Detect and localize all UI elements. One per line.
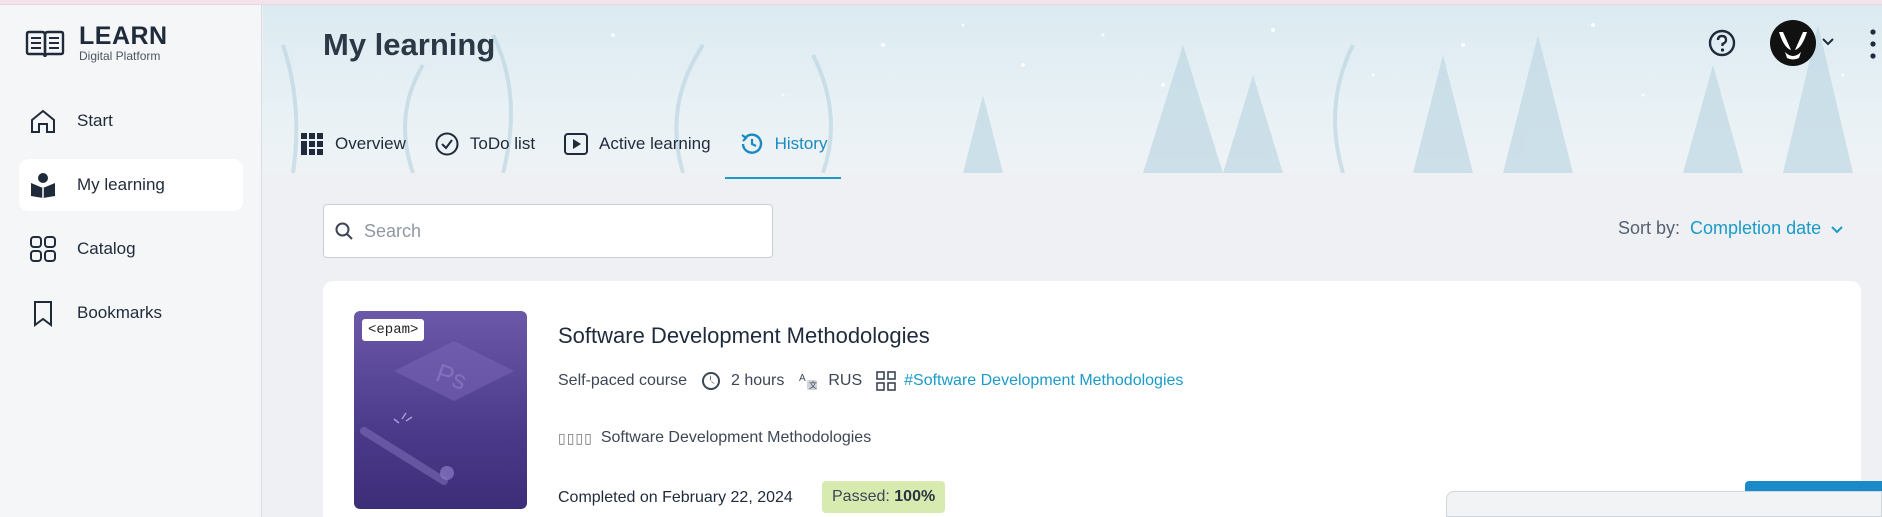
passed-value: 100%	[894, 488, 936, 505]
chevron-down-icon[interactable]	[1829, 221, 1845, 237]
user-avatar-icon	[1779, 32, 1807, 60]
course-card[interactable]: Ps <epam> Software Development Methodolo…	[323, 281, 1882, 517]
tab-todo-list[interactable]: ToDo list	[420, 123, 549, 179]
sidebar-item-label: Catalog	[77, 239, 136, 258]
sidebar-nav: Start My learning Catalog Bookmarks	[19, 95, 243, 351]
course-type: Self-paced course	[558, 372, 687, 389]
tab-overview[interactable]: Overview	[285, 123, 420, 179]
main-content: My learning Overview ToDo list Active le…	[263, 5, 1882, 517]
course-meta: Self-paced course 2 hours A文 RUS #Softwa…	[558, 371, 1183, 391]
history-icon	[740, 133, 762, 154]
sidebar-item-start[interactable]: Start	[19, 95, 243, 147]
home-icon	[31, 109, 55, 133]
learner-icon	[31, 173, 55, 198]
logo-title: LEARN	[79, 22, 168, 50]
course-thumbnail[interactable]: Ps <epam>	[354, 311, 527, 509]
passed-badge: Passed: 100%	[822, 481, 946, 513]
course-language: RUS	[828, 372, 863, 389]
sidebar-item-label: Bookmarks	[77, 303, 163, 322]
sidebar-item-label: My learning	[77, 175, 165, 194]
sidebar: LEARN Digital Platform Start My learning…	[0, 5, 262, 517]
sort-value[interactable]: Completion date	[1690, 218, 1821, 239]
course-title[interactable]: Software Development Methodologies	[558, 323, 930, 349]
svg-text:文: 文	[809, 380, 817, 390]
grid-icon	[30, 236, 56, 262]
avatar[interactable]	[1770, 20, 1816, 66]
dashboard-icon	[301, 133, 323, 155]
sort-control[interactable]: Sort by: Completion date	[1618, 218, 1845, 239]
learning-tabs: Overview ToDo list Active learning Histo…	[285, 123, 842, 179]
search-box	[323, 204, 773, 258]
logo-subtitle: Digital Platform	[79, 49, 161, 63]
provider-name: Software Development Methodologies	[600, 429, 872, 446]
search-input[interactable]	[364, 220, 764, 242]
page-title: My learning	[323, 27, 496, 62]
sidebar-item-bookmarks[interactable]: Bookmarks	[19, 287, 243, 339]
bookmark-icon	[34, 301, 52, 327]
tag-grid-icon	[876, 371, 896, 391]
tab-active-learning[interactable]: Active learning	[549, 123, 725, 179]
provider-glyphs: ▯▯▯▯	[558, 429, 593, 446]
play-icon	[564, 133, 589, 155]
sort-label: Sort by:	[1618, 218, 1681, 238]
sidebar-item-catalog[interactable]: Catalog	[19, 223, 243, 275]
tab-label: History	[774, 134, 828, 153]
completion-date: Completed on February 22, 2024	[558, 489, 793, 506]
tab-label: Active learning	[599, 134, 711, 153]
course-duration: 2 hours	[730, 372, 785, 389]
chevron-down-icon[interactable]	[1821, 35, 1835, 49]
logo[interactable]: LEARN Digital Platform	[25, 23, 168, 63]
provider-badge: <epam>	[362, 319, 425, 341]
sidebar-item-my-learning[interactable]: My learning	[19, 159, 243, 211]
svg-text:A: A	[799, 373, 806, 384]
tab-label: Overview	[335, 134, 406, 153]
course-provider: ▯▯▯▯ Software Development Methodologies	[558, 429, 871, 447]
search-icon	[335, 222, 353, 240]
help-icon[interactable]	[1706, 27, 1738, 59]
more-menu-icon[interactable]	[1868, 27, 1878, 61]
language-icon: A文	[799, 373, 818, 390]
clock-icon	[701, 372, 720, 390]
book-logo-icon	[25, 30, 65, 58]
sidebar-item-label: Start	[77, 111, 113, 130]
passed-label: Passed:	[832, 488, 890, 505]
course-tag[interactable]: #Software Development Methodologies	[904, 372, 1183, 390]
tab-history[interactable]: History	[724, 123, 842, 179]
bottom-popup-panel	[1446, 491, 1882, 517]
check-circle-icon	[435, 132, 459, 156]
tab-label: ToDo list	[469, 134, 536, 153]
